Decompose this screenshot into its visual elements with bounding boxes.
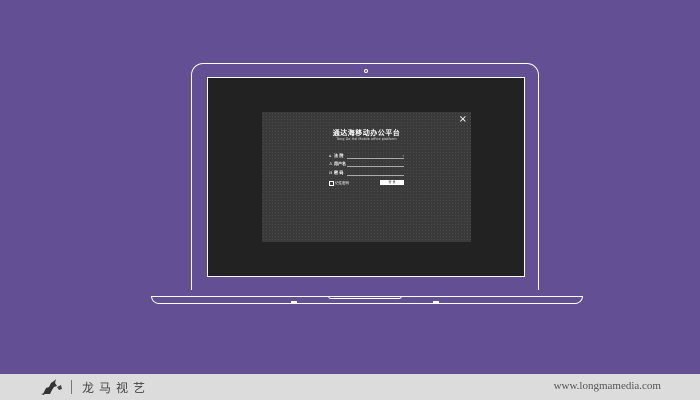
horse-logo-icon [41, 379, 62, 395]
username-label: 用户名 [334, 161, 346, 166]
username-field[interactable]: ♙用户名 [329, 161, 404, 168]
close-icon[interactable]: × [459, 114, 467, 126]
court-underline [347, 158, 404, 159]
court-label: 法 院 [334, 153, 344, 158]
laptop-foot-left [291, 301, 297, 303]
brand-url[interactable]: www.longmamedia.com [554, 380, 661, 392]
login-dialog: × 通达海移动办公平台 Tong Da Hai Mobile office pl… [262, 112, 471, 242]
brand-name: 龙马视艺 [82, 381, 151, 395]
password-underline [347, 175, 404, 176]
court-field[interactable]: ⌂ 法 院 ‹ [329, 153, 404, 160]
camera-icon [364, 69, 368, 73]
password-label: 密 码 [334, 170, 344, 175]
dialog-subtitle: Tong Da Hai Mobile office platform [336, 137, 397, 141]
laptop-notch [328, 296, 402, 299]
remember-label: 记住密码 [335, 181, 349, 185]
password-field[interactable]: ⊟ 密 码 [329, 170, 404, 177]
username-underline [347, 166, 404, 167]
remember-checkbox[interactable] [329, 180, 334, 186]
login-button[interactable]: 登 录 [380, 180, 404, 185]
laptop-foot-right [433, 301, 439, 303]
brand-divider [71, 380, 72, 394]
footer-bar: 龙马视艺 www.longmamedia.com [0, 374, 700, 400]
